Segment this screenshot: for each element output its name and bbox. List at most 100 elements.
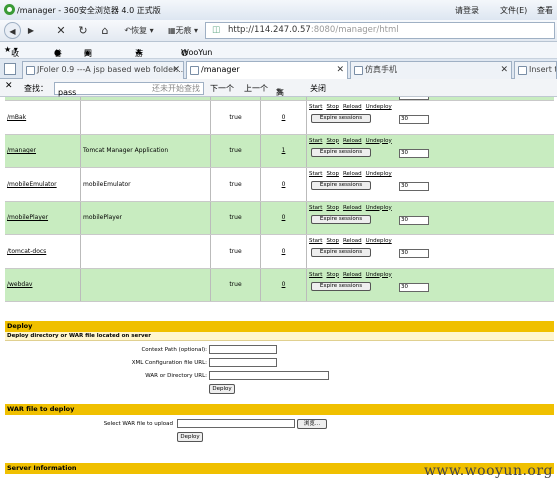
session-timeout-input[interactable]: 30: [399, 148, 429, 158]
tab-manager[interactable]: /manager ✕: [186, 61, 348, 80]
back-button[interactable]: ◀: [4, 22, 21, 39]
war-upload-section: WAR file to deploy Select WAR file to up…: [5, 404, 554, 452]
address-bar[interactable]: ◫ http://114.247.0.57:8080/manager/html: [205, 22, 555, 39]
app-sessions-link[interactable]: 0: [261, 181, 306, 188]
undeploy-link[interactable]: Undeploy: [366, 104, 392, 110]
app-running: true: [229, 180, 242, 188]
expire-sessions-button[interactable]: Expire sessions: [311, 181, 371, 190]
start-link[interactable]: Start: [309, 104, 322, 110]
tab-emulator[interactable]: 仿真手机 ✕: [350, 61, 512, 79]
login-link[interactable]: 请登录: [455, 5, 479, 16]
war-url-input[interactable]: [209, 371, 329, 380]
xml-config-input[interactable]: [209, 358, 277, 367]
war-url-label: WAR or Directory URL:: [145, 373, 207, 379]
expire-sessions-button[interactable]: Expire sessions: [311, 214, 371, 224]
app-commands: Start Stop Reload Undeploy: [309, 205, 396, 211]
reload-link[interactable]: Reload: [343, 138, 362, 144]
app-path-link[interactable]: /mobilePlayer: [7, 214, 48, 221]
undeploy-link[interactable]: Undeploy: [366, 138, 392, 144]
forward-button[interactable]: ▶: [24, 22, 38, 39]
app-sessions-link[interactable]: 0: [261, 214, 306, 221]
start-link[interactable]: Start: [309, 272, 322, 278]
app-display-name: Tomcat Manager Application: [83, 147, 169, 155]
undeploy-link[interactable]: Undeploy: [366, 238, 392, 244]
undeploy-link[interactable]: Undeploy: [366, 272, 392, 278]
start-link[interactable]: Start: [309, 238, 322, 244]
app-running: true: [229, 247, 242, 255]
table-row: /tomcat-docs true 0 Start Stop Reload Undeploy…: [5, 235, 554, 269]
expire-sessions-button[interactable]: Expire sessions: [311, 114, 371, 123]
session-timeout-input[interactable]: 30: [399, 182, 429, 191]
app-sessions-link[interactable]: 0: [261, 281, 306, 288]
expire-sessions-button[interactable]: Expire sessions: [311, 147, 371, 157]
app-sessions-link[interactable]: 1: [261, 147, 306, 154]
app-sessions-link[interactable]: 0: [261, 114, 306, 121]
tab-insert[interactable]: Insert ti: [514, 61, 557, 79]
deploy-section: Deploy Deploy directory or WAR file loca…: [5, 321, 554, 397]
page-content: /mBak true 0 Start Stop Reload Undeploy Expire …: [0, 97, 557, 482]
stop-link[interactable]: Stop: [326, 272, 339, 278]
app-path-link[interactable]: /tomcat-docs: [7, 248, 46, 255]
watermark: www.wooyun.org: [423, 463, 553, 479]
session-timeout-input[interactable]: 30: [399, 282, 429, 292]
app-path-link[interactable]: /webdav: [7, 281, 32, 288]
navigation-bar: ◀ ▶ ✕ ↻ ⌂ ↶恢复 ▾ ▦无痕 ▾ ◫ http://114.247.0…: [0, 20, 557, 42]
find-next-button[interactable]: 下一个: [210, 83, 234, 94]
browse-button[interactable]: 浏览...: [297, 419, 327, 429]
context-path-input[interactable]: [209, 345, 277, 354]
expire-sessions-button[interactable]: Expire sessions: [311, 248, 371, 257]
app-path-link[interactable]: /mobileEmulator: [7, 181, 57, 188]
browser-logo-icon: [4, 4, 15, 15]
stop-link[interactable]: Stop: [326, 238, 339, 244]
session-timeout-input[interactable]: 30: [399, 215, 429, 225]
app-commands: Start Stop Reload Undeploy: [309, 272, 396, 278]
reload-link[interactable]: Reload: [343, 238, 362, 244]
start-link[interactable]: Start: [309, 171, 322, 177]
incognito-button[interactable]: ▦无痕 ▾: [164, 22, 202, 39]
upload-deploy-button[interactable]: Deploy: [177, 432, 203, 442]
stop-link[interactable]: Stop: [326, 205, 339, 211]
stop-link[interactable]: Stop: [326, 171, 339, 177]
expire-sessions-button[interactable]: Expire sessions: [311, 281, 371, 291]
home-button[interactable]: ⌂: [97, 22, 113, 39]
app-path-link[interactable]: /mBak: [7, 114, 26, 121]
find-input[interactable]: pass 还未开始查找: [54, 82, 204, 97]
reload-link[interactable]: Reload: [343, 272, 362, 278]
app-sessions-link[interactable]: 0: [261, 248, 306, 255]
reload-link[interactable]: Reload: [343, 104, 362, 110]
app-running: true: [229, 214, 242, 222]
find-close-button[interactable]: 关闭: [310, 83, 326, 94]
deploy-button[interactable]: Deploy: [209, 384, 235, 394]
find-bar: ✕ 查找： pass还未开始查找 下一个 上一个 ✎高亮 关闭: [0, 79, 557, 108]
app-running: true: [229, 113, 242, 121]
undeploy-link[interactable]: Undeploy: [366, 205, 392, 211]
stop-button[interactable]: ✕: [54, 22, 68, 39]
start-link[interactable]: Start: [309, 138, 322, 144]
close-icon[interactable]: ✕: [172, 62, 180, 78]
table-row: /mBak true 0 Start Stop Reload Undeploy Expire …: [5, 101, 554, 135]
menu-file[interactable]: 文件(E): [500, 5, 527, 16]
tab-list-icon[interactable]: [4, 63, 16, 75]
reload-link[interactable]: Reload: [343, 205, 362, 211]
close-icon[interactable]: ✕: [336, 62, 344, 78]
close-icon[interactable]: ✕: [500, 62, 508, 78]
page-icon: ◫: [212, 25, 221, 35]
stop-link[interactable]: Stop: [326, 138, 339, 144]
stop-link[interactable]: Stop: [326, 104, 339, 110]
start-link[interactable]: Start: [309, 205, 322, 211]
menu-view[interactable]: 查看: [537, 5, 553, 16]
session-timeout-input[interactable]: 30: [399, 115, 429, 124]
favorites-menu[interactable]: ★收藏 ▾: [4, 45, 19, 69]
restore-button[interactable]: ↶恢复 ▾: [119, 22, 159, 39]
app-commands: Start Stop Reload Undeploy: [309, 238, 396, 244]
session-timeout-input[interactable]: 30: [399, 249, 429, 258]
refresh-button[interactable]: ↻: [75, 22, 91, 39]
find-prev-button[interactable]: 上一个: [244, 83, 268, 94]
tab-jfoler[interactable]: JFoler 0.9 ---A jsp based web folder... ✕: [22, 61, 184, 79]
reload-link[interactable]: Reload: [343, 171, 362, 177]
undeploy-link[interactable]: Undeploy: [366, 171, 392, 177]
close-find-icon[interactable]: ✕: [5, 81, 13, 91]
war-file-input[interactable]: [177, 419, 295, 428]
page-icon: [518, 66, 527, 75]
app-path-link[interactable]: /manager: [7, 147, 36, 154]
